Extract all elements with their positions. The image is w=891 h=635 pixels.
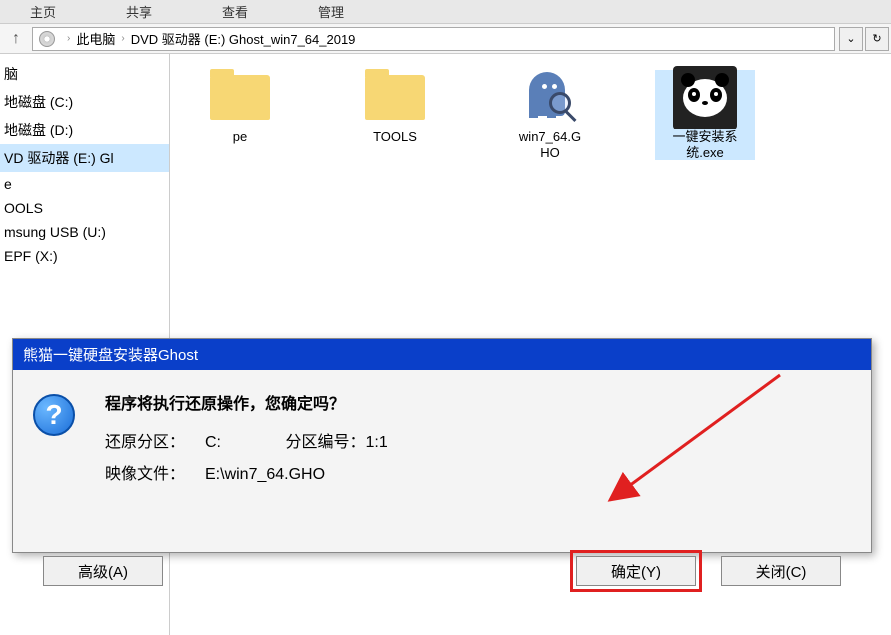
folder-pe[interactable]: pe [190,70,290,160]
file-label: 一键安装系 统.exe [672,129,737,160]
address-box[interactable]: › 此电脑 › DVD 驱动器 (E:) Ghost_win7_64_2019 [32,27,835,51]
partnum-value: 1:1 [365,434,387,452]
partnum-label: 分区编号： [285,428,365,452]
image-label: 映像文件： [105,460,205,484]
refresh-button[interactable]: ↻ [865,27,889,51]
sidebar-item[interactable]: msung USB (U:) [0,220,169,244]
ghost-icon [515,70,585,125]
sidebar-item-selected[interactable]: VD 驱动器 (E:) Gl [0,144,169,172]
sidebar-item[interactable]: e [0,172,169,196]
dialog-title: 熊猫一键硬盘安装器Ghost [13,339,871,370]
ok-button[interactable]: 确定(Y) [576,556,696,586]
file-label: TOOLS [373,129,417,145]
disc-icon [33,31,61,47]
file-installer-exe-selected[interactable]: 一键安装系 统.exe [655,70,755,160]
confirm-dialog: 熊猫一键硬盘安装器Ghost ? 程序将执行还原操作，您确定吗？ 还原分区：C:… [12,338,872,553]
up-button[interactable]: ↑ [0,30,32,48]
image-value: E:\win7_64.GHO [205,466,325,484]
tab-home[interactable]: 主页 [20,0,66,23]
partition-label: 还原分区： [105,428,205,452]
sidebar-item[interactable]: 地磁盘 (C:) [0,88,169,116]
address-dropdown-button[interactable]: ⌄ [839,27,863,51]
close-button[interactable]: 关闭(C) [721,556,841,586]
partition-value: C: [205,434,221,452]
breadcrumb-bar: ↑ › 此电脑 › DVD 驱动器 (E:) Ghost_win7_64_201… [0,24,891,54]
sidebar-item[interactable]: 地磁盘 (D:) [0,116,169,144]
chevron-right-icon: › [115,33,130,44]
sidebar-item[interactable]: 脑 [0,60,169,88]
chevron-right-icon: › [61,33,76,44]
question-icon: ? [33,394,75,436]
tab-view[interactable]: 查看 [212,0,258,23]
dialog-text: 程序将执行还原操作，您确定吗？ 还原分区：C: 分区编号：1:1 映像文件：E:… [105,390,388,492]
file-label: win7_64.G HO [519,129,581,160]
dialog-message: 程序将执行还原操作，您确定吗？ [105,390,388,414]
file-label: pe [233,129,247,145]
sidebar-item[interactable]: EPF (X:) [0,244,169,268]
folder-icon [205,70,275,125]
tab-manage[interactable]: 管理 [308,0,354,23]
tab-share[interactable]: 共享 [116,0,162,23]
sidebar-item[interactable]: OOLS [0,196,169,220]
advanced-button[interactable]: 高级(A) [43,556,163,586]
panda-icon [670,70,740,125]
crumb-drive[interactable]: DVD 驱动器 (E:) Ghost_win7_64_2019 [131,29,356,48]
file-gho[interactable]: win7_64.G HO [500,70,600,160]
crumb-this-pc[interactable]: 此电脑 [76,29,115,48]
ribbon-tabs: 主页 共享 查看 管理 [0,0,891,24]
folder-icon [360,70,430,125]
folder-tools[interactable]: TOOLS [345,70,445,160]
